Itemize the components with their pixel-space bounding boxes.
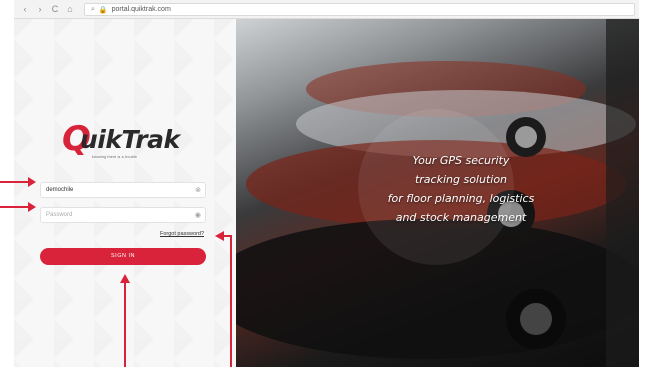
- quiktrak-logo: Q uikTrak knowing there is a trouble: [62, 119, 202, 169]
- address-bar[interactable]: ⌕ 🔒 portal.quiktrak.com: [84, 3, 635, 16]
- user-icon: ⊗: [195, 187, 201, 194]
- logo-word: uikTrak: [80, 125, 180, 154]
- sign-in-button[interactable]: SIGN IN: [40, 248, 206, 265]
- hero-tagline: Your GPS security tracking solution for …: [356, 151, 566, 227]
- address-url: portal.quiktrak.com: [111, 6, 171, 13]
- password-placeholder: Password: [46, 212, 73, 218]
- hero-line-1: Your GPS security: [412, 154, 510, 167]
- username-field[interactable]: demochile ⊗: [40, 182, 206, 198]
- hero-line-2: tracking solution: [414, 173, 508, 186]
- reload-icon[interactable]: C: [50, 0, 60, 19]
- search-icon: ⌕: [91, 5, 95, 13]
- password-field[interactable]: Password ◉: [40, 207, 206, 223]
- forgot-password-link[interactable]: Forgot password?: [160, 231, 204, 237]
- hero-image: Your GPS security tracking solution for …: [236, 19, 639, 367]
- eye-icon[interactable]: ◉: [195, 211, 201, 219]
- hero-line-3: for floor planning, logistics: [387, 192, 535, 205]
- lock-icon: 🔒: [98, 6, 108, 14]
- home-icon[interactable]: ⌂: [65, 0, 75, 19]
- hero-line-4: and stock management: [395, 211, 527, 224]
- logo-tagline: knowing there is a trouble: [92, 155, 138, 159]
- browser-toolbar: ‹ › C ⌂ ⌕ 🔒 portal.quiktrak.com: [14, 0, 639, 19]
- username-value: demochile: [46, 187, 74, 193]
- forward-icon[interactable]: ›: [35, 0, 45, 19]
- back-icon[interactable]: ‹: [20, 0, 30, 19]
